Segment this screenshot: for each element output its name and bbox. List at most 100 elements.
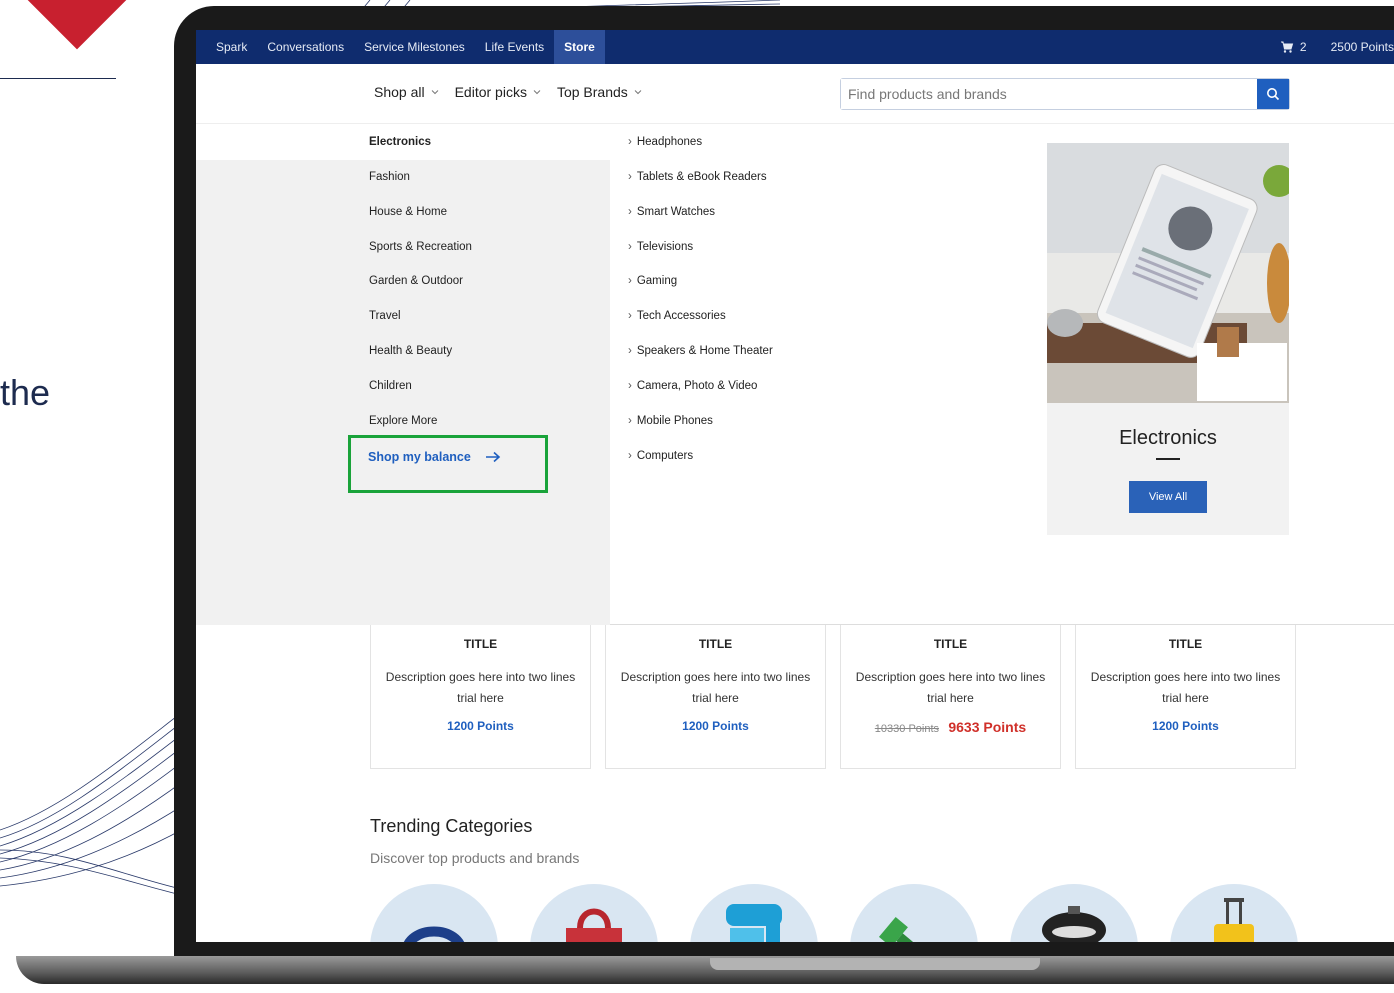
subcategory-label: Tech Accessories <box>636 310 726 322</box>
mega-menu-panel: Electronics Fashion House & Home Sports … <box>196 125 1394 625</box>
grill-icon <box>1042 906 1106 942</box>
promo-title: Electronics <box>1119 427 1217 449</box>
chevron-right-icon: › <box>628 206 632 218</box>
subcategory-item[interactable]: › Computers <box>628 450 693 462</box>
chevron-down-icon <box>634 90 642 95</box>
product-card[interactable]: TITLE Description goes here into two lin… <box>605 625 826 769</box>
category-house-home[interactable]: House & Home <box>369 206 447 218</box>
top-brands-dropdown[interactable]: Top Brands <box>557 84 642 100</box>
product-card[interactable]: TITLE Description goes here into two lin… <box>840 625 1061 769</box>
dumbbell-icon <box>878 916 931 942</box>
arrow-right-icon <box>485 451 501 463</box>
subcategory-item[interactable]: › Televisions <box>628 241 693 253</box>
category-garden-outdoor[interactable]: Garden & Outdoor <box>369 275 463 287</box>
product-description: Description goes here into two lines tri… <box>1090 670 1281 705</box>
handbag-icon <box>566 908 622 942</box>
original-points: 10330 Points <box>874 723 940 735</box>
chevron-right-icon: › <box>628 310 632 322</box>
shop-all-dropdown[interactable]: Shop all <box>374 84 439 100</box>
subcategory-item[interactable]: › Speakers & Home Theater <box>628 345 773 357</box>
category-promo-card: Electronics View All <box>1047 143 1289 535</box>
search-input[interactable] <box>841 79 1257 109</box>
category-health-beauty[interactable]: Health & Beauty <box>369 345 452 357</box>
subcategory-label: Mobile Phones <box>636 415 713 427</box>
shop-balance-highlight: Shop my balance <box>348 435 548 493</box>
trending-categories-heading: Trending Categories <box>370 816 533 836</box>
chevron-right-icon: › <box>628 241 632 253</box>
nav-item-conversations[interactable]: Conversations <box>257 30 354 64</box>
top-brands-label: Top Brands <box>556 84 628 100</box>
chevron-right-icon: › <box>628 415 632 427</box>
product-description: Description goes here into two lines tri… <box>620 670 811 705</box>
search-box <box>840 78 1290 110</box>
product-card[interactable]: TITLE Description goes here into two lin… <box>1075 625 1296 769</box>
category-explore-more[interactable]: Explore More <box>369 415 437 427</box>
product-sale-price: 10330 Points 9633 Points <box>841 719 1060 735</box>
nav-item-service-milestones[interactable]: Service Milestones <box>354 30 475 64</box>
subcategory-label: Smart Watches <box>636 206 716 218</box>
subcategory-label: Headphones <box>636 136 703 148</box>
shop-all-label: Shop all <box>374 84 425 100</box>
headphones-icon <box>404 926 464 942</box>
subcategory-item[interactable]: › Gaming <box>628 275 677 287</box>
subcategory-item[interactable]: › Headphones <box>628 136 702 148</box>
laptop-screen: Spark Conversations Service Milestones L… <box>196 30 1394 942</box>
chevron-right-icon: › <box>628 450 632 462</box>
subcategory-label: Speakers & Home Theater <box>636 345 773 357</box>
trending-category-fitness[interactable] <box>850 884 978 942</box>
subcategory-item[interactable]: › Smart Watches <box>628 206 715 218</box>
decorative-waves <box>0 709 185 897</box>
editor-picks-dropdown[interactable]: Editor picks <box>455 84 541 100</box>
partial-heading-text: the <box>0 372 51 413</box>
trending-category-handbag[interactable] <box>530 884 658 942</box>
laptop-base <box>16 956 1394 984</box>
category-children[interactable]: Children <box>369 380 412 392</box>
nav-item-spark[interactable]: Spark <box>196 30 257 64</box>
category-electronics[interactable]: Electronics <box>369 136 431 148</box>
chevron-right-icon: › <box>628 275 632 287</box>
brand-diamond-shape <box>24 0 130 50</box>
nav-item-store[interactable]: Store <box>554 30 605 64</box>
category-sports-recreation[interactable]: Sports & Recreation <box>369 241 472 253</box>
view-all-button[interactable]: View All <box>1129 481 1207 513</box>
product-card[interactable]: TITLE Description goes here into two lin… <box>370 625 591 769</box>
search-icon <box>1267 88 1280 101</box>
chevron-down-icon <box>431 90 438 95</box>
subcategory-item[interactable]: › Camera, Photo & Video <box>628 380 757 392</box>
product-points: 1200 Points <box>1152 719 1219 733</box>
laptop-hinge <box>710 958 1040 970</box>
sale-points: 9633 Points <box>948 719 1027 735</box>
product-title: TITLE <box>463 637 498 651</box>
decorative-divider <box>0 78 116 79</box>
nav-item-life-events[interactable]: Life Events <box>475 30 554 64</box>
trending-category-mixer[interactable] <box>690 884 818 942</box>
chevron-right-icon: › <box>628 380 632 392</box>
shop-my-balance-link[interactable]: Shop my balance <box>368 450 501 464</box>
product-description: Description goes here into two lines tri… <box>385 670 576 705</box>
product-title: TITLE <box>698 637 733 651</box>
subcategory-label: Tablets & eBook Readers <box>636 171 767 183</box>
category-fashion[interactable]: Fashion <box>369 171 410 183</box>
cart-icon[interactable] <box>1280 40 1294 54</box>
cart-count[interactable]: 2 <box>1300 40 1307 54</box>
chevron-right-icon: › <box>628 171 632 183</box>
product-title: TITLE <box>1168 637 1203 651</box>
promo-divider <box>1156 458 1180 460</box>
trending-category-row <box>370 884 1298 942</box>
search-button[interactable] <box>1257 79 1289 109</box>
store-menu-links: Shop all Editor picks Top Brands <box>374 84 642 100</box>
subcategory-item[interactable]: › Tablets & eBook Readers <box>628 171 767 183</box>
top-navigation-bar: Spark Conversations Service Milestones L… <box>196 30 1394 64</box>
category-list-background <box>196 160 610 625</box>
trending-category-grill[interactable] <box>1010 884 1138 942</box>
subcategory-label: Computers <box>636 450 694 462</box>
points-balance[interactable]: 2500 Points <box>1331 40 1394 54</box>
trending-category-luggage[interactable] <box>1170 884 1298 942</box>
shop-my-balance-label: Shop my balance <box>368 450 471 464</box>
trending-category-headphones[interactable] <box>370 884 498 942</box>
subcategory-item[interactable]: › Tech Accessories <box>628 310 726 322</box>
product-card-row: TITLE Description goes here into two lin… <box>370 625 1296 769</box>
category-travel[interactable]: Travel <box>369 310 401 322</box>
subcategory-item[interactable]: › Mobile Phones <box>628 415 713 427</box>
chevron-right-icon: › <box>628 136 632 148</box>
